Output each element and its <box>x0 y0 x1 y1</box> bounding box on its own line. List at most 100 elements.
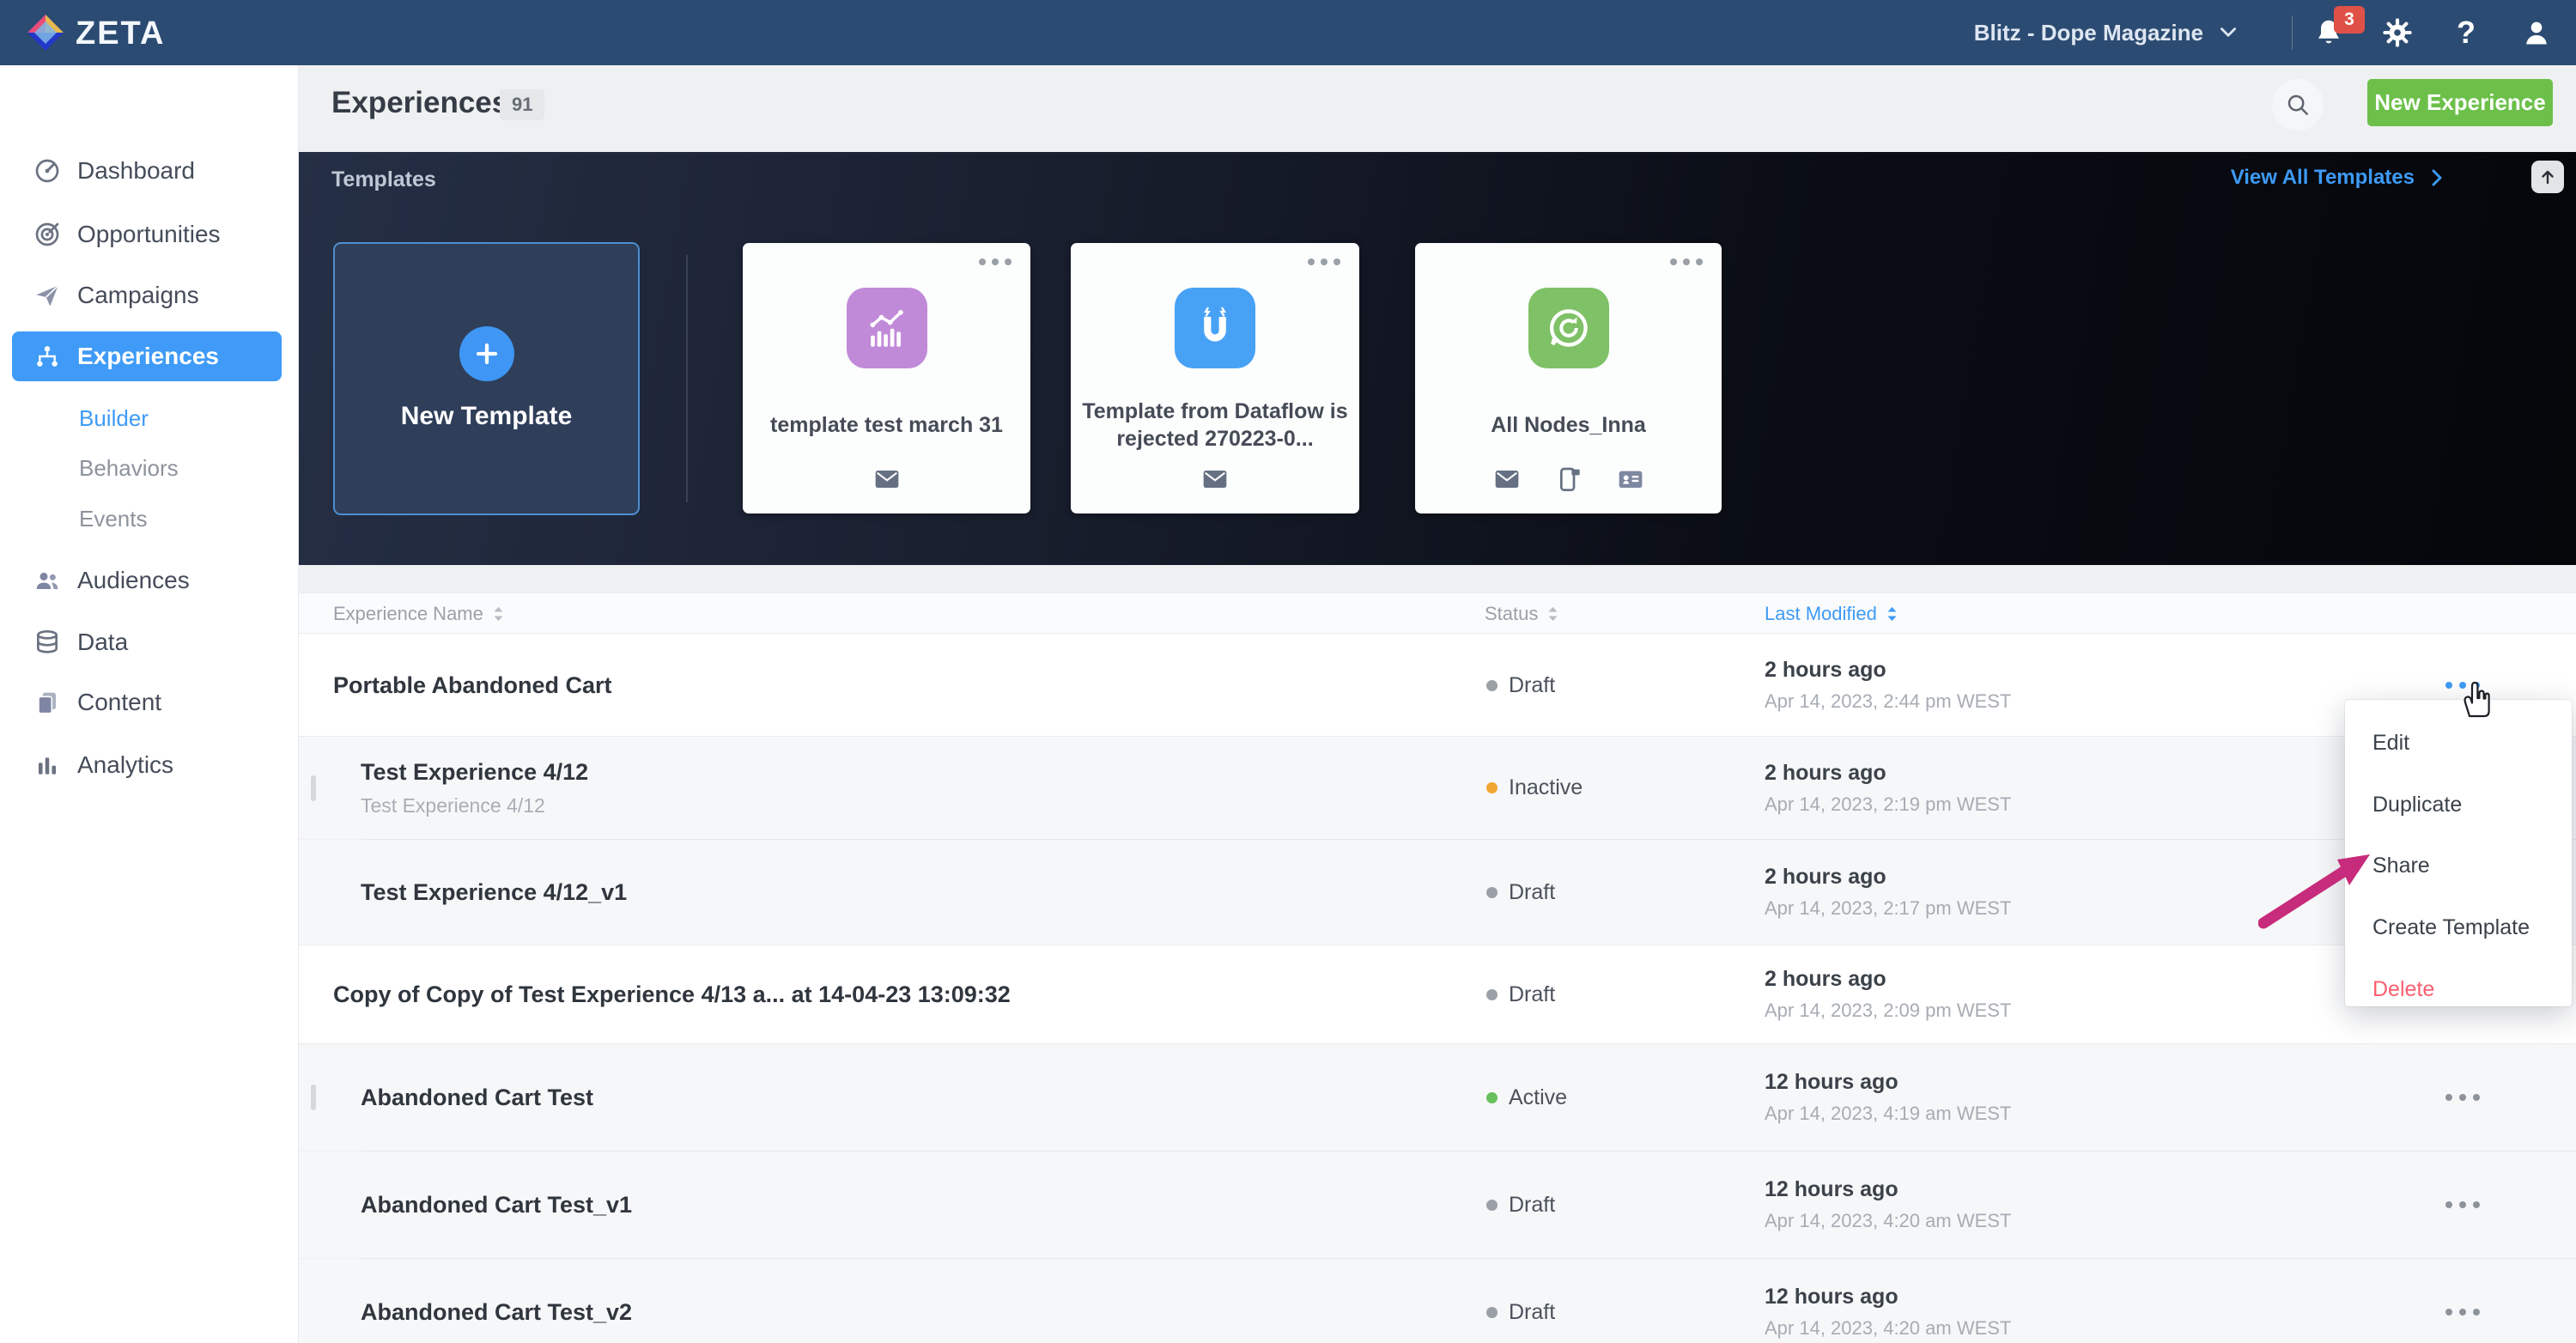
row-actions-button[interactable] <box>2445 1201 2480 1208</box>
context-menu-item-share[interactable]: Share <box>2372 854 2430 878</box>
column-label: Last Modified <box>1765 603 1877 625</box>
card-menu-button[interactable] <box>979 258 1012 265</box>
zeta-app: ZETA Blitz - Dope Magazine 3 <box>0 0 2576 1343</box>
experience-name: Abandoned Cart Test_v1 <box>361 1192 632 1218</box>
context-menu-item-edit[interactable]: Edit <box>2372 731 2409 756</box>
row-actions-button[interactable] <box>2445 682 2480 689</box>
sidebar-item-label: Dashboard <box>77 157 195 185</box>
table-row[interactable]: Copy of Copy of Test Experience 4/13 a..… <box>299 945 2576 1043</box>
sidebar-item-label: Opportunities <box>77 221 221 248</box>
status-label: Draft <box>1509 673 1555 698</box>
brand-title: ZETA <box>76 15 165 52</box>
sidebar-subitem-builder[interactable]: Builder <box>79 405 149 432</box>
sidebar-item-analytics[interactable]: Analytics <box>0 740 299 790</box>
modified-date: Apr 14, 2023, 4:20 am WEST <box>1765 1317 2011 1340</box>
table-row[interactable]: Portable Abandoned Cart Draft 2 hours ag… <box>299 634 2576 737</box>
status-label: Draft <box>1509 1300 1555 1325</box>
row-context-menu: Edit Duplicate Share Create Template Del… <box>2345 700 2572 1006</box>
sidebar-item-label: Campaigns <box>77 282 199 309</box>
modified-date: Apr 14, 2023, 4:19 am WEST <box>1765 1103 2011 1125</box>
table-row[interactable]: Abandoned Cart Test Active 12 hours ago A… <box>299 1044 2576 1151</box>
row-actions-button[interactable] <box>2445 1309 2480 1316</box>
experiences-count-badge: 91 <box>500 89 544 120</box>
sidebar-subitem-events[interactable]: Events <box>79 506 148 532</box>
column-header-status[interactable]: Status <box>1485 593 1559 635</box>
sidebar-item-opportunities[interactable]: Opportunities <box>0 210 299 259</box>
chart-template-icon <box>847 288 927 368</box>
chevron-down-icon <box>2217 21 2239 44</box>
context-menu-item-delete[interactable]: Delete <box>2372 977 2434 1002</box>
experience-name: Abandoned Cart Test_v2 <box>361 1299 632 1326</box>
template-card[interactable]: Template from Dataflow is rejected 27022… <box>1071 243 1359 514</box>
user-profile-button[interactable] <box>2511 0 2562 65</box>
status-label: Active <box>1509 1085 1567 1110</box>
sidebar-subitem-behaviors[interactable]: Behaviors <box>79 455 179 482</box>
top-navbar: ZETA Blitz - Dope Magazine 3 <box>0 0 2576 65</box>
settings-button[interactable] <box>2372 0 2423 65</box>
experience-name: Abandoned Cart Test <box>361 1085 593 1111</box>
gear-icon <box>2381 16 2414 49</box>
modified-date: Apr 14, 2023, 2:17 pm WEST <box>1765 897 2011 920</box>
column-header-experience-name[interactable]: Experience Name <box>333 593 505 635</box>
status-dot <box>1486 989 1498 1000</box>
modified-date: Apr 14, 2023, 2:19 pm WEST <box>1765 793 2011 816</box>
collapse-panel-button[interactable] <box>2531 161 2564 193</box>
search-button[interactable] <box>2272 79 2324 131</box>
new-template-card[interactable]: New Template <box>333 242 640 515</box>
bar-chart-icon <box>33 750 62 780</box>
table-row[interactable]: Abandoned Cart Test_v2 Draft 12 hours ag… <box>299 1259 2576 1343</box>
zeta-logo-icon[interactable] <box>26 13 65 52</box>
column-label: Experience Name <box>333 603 483 625</box>
paper-plane-icon <box>33 281 62 310</box>
new-template-label: New Template <box>401 402 573 431</box>
table-row[interactable]: Test Experience 4/12_v1 Draft 2 hours ag… <box>299 840 2576 945</box>
row-actions-button[interactable] <box>2445 1094 2480 1101</box>
table-row[interactable]: Test Experience 4/12 Test Experience 4/1… <box>299 737 2576 839</box>
sidebar-item-data[interactable]: Data <box>0 617 299 667</box>
column-label: Status <box>1485 603 1538 625</box>
modified-ago: 2 hours ago <box>1765 967 2011 992</box>
table-row[interactable]: Abandoned Cart Test_v1 Draft 12 hours ag… <box>299 1152 2576 1258</box>
sidebar-item-campaigns[interactable]: Campaigns <box>0 270 299 320</box>
sidebar-item-audiences[interactable]: Audiences <box>0 556 299 605</box>
modified-ago: 2 hours ago <box>1765 761 2011 786</box>
template-card[interactable]: template test march 31 <box>743 243 1030 514</box>
context-menu-item-duplicate[interactable]: Duplicate <box>2372 793 2462 817</box>
target-icon <box>33 220 62 249</box>
modified-ago: 12 hours ago <box>1765 1070 2011 1095</box>
table-header: Experience Name Status Last Modified <box>299 592 2576 634</box>
template-name: Template from Dataflow is rejected 27022… <box>1081 394 1349 456</box>
modified-ago: 12 hours ago <box>1765 1177 2011 1202</box>
templates-label: Templates <box>331 167 436 192</box>
workspace-name: Blitz - Dope Magazine <box>1974 20 2203 46</box>
view-all-templates-link[interactable]: View All Templates <box>2231 166 2447 190</box>
experience-name: Test Experience 4/12 <box>361 759 588 786</box>
status-label: Inactive <box>1509 775 1583 800</box>
card-menu-button[interactable] <box>1670 258 1703 265</box>
status-label: Draft <box>1509 1193 1555 1218</box>
sidebar-item-label: Content <box>77 689 161 716</box>
sidebar-item-dashboard[interactable]: Dashboard <box>0 146 299 196</box>
email-channel-icon <box>1201 465 1229 493</box>
people-icon <box>33 566 62 595</box>
card-menu-button[interactable] <box>1308 258 1340 265</box>
template-name: All Nodes_Inna <box>1425 394 1711 456</box>
new-experience-button[interactable]: New Experience <box>2367 79 2553 126</box>
template-card[interactable]: All Nodes_Inna <box>1415 243 1722 514</box>
context-menu-item-create-template[interactable]: Create Template <box>2372 915 2530 940</box>
mobile-channel-icon <box>1555 465 1583 493</box>
arrow-up-icon <box>2537 167 2558 187</box>
status-dot <box>1486 1307 1498 1318</box>
navbar-divider <box>2292 15 2293 50</box>
database-icon <box>33 628 62 657</box>
sidebar-item-label: Audiences <box>77 567 190 594</box>
view-all-label: View All Templates <box>2231 166 2415 190</box>
sort-icon <box>492 605 505 623</box>
column-header-last-modified[interactable]: Last Modified <box>1765 593 1899 635</box>
sidebar-item-experiences[interactable]: Experiences <box>12 331 282 381</box>
status-label: Draft <box>1509 880 1555 905</box>
workspace-selector[interactable]: Blitz - Dope Magazine <box>1974 0 2239 65</box>
help-button[interactable]: ? <box>2440 0 2492 65</box>
cards-divider <box>686 255 688 502</box>
sidebar-item-content[interactable]: Content <box>0 678 299 727</box>
